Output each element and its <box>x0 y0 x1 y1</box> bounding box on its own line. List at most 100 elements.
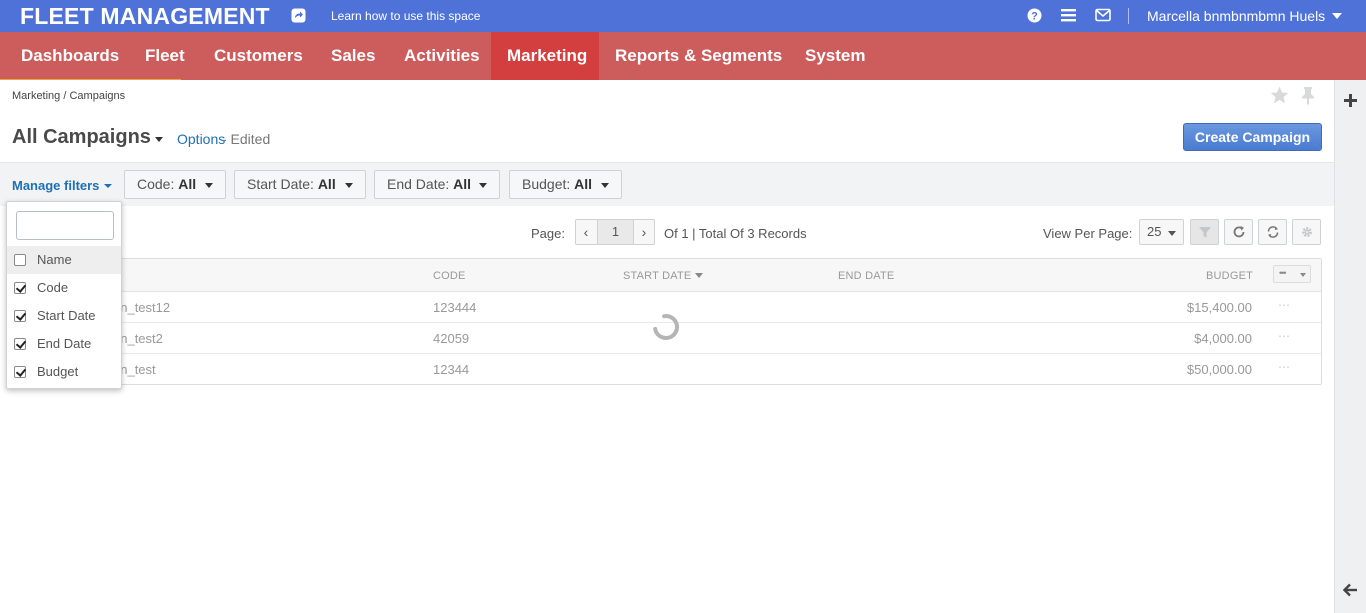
nav-item-system[interactable]: System <box>789 32 881 80</box>
sort-desc-icon <box>695 273 704 278</box>
grid-header: CODE START DATE END DATE BUDGET ••• <box>13 259 1321 292</box>
filter-option-code[interactable]: Code <box>7 274 121 302</box>
main-navigation: Dashboards Fleet Customers Sales Activit… <box>0 32 1366 80</box>
chevron-down-icon[interactable] <box>104 184 112 188</box>
menu-icon[interactable] <box>1061 8 1076 27</box>
checkbox[interactable] <box>14 338 26 350</box>
pin-icon[interactable] <box>1300 86 1316 110</box>
filter-option-start-date[interactable]: Start Date <box>7 302 121 330</box>
filter-option-label: End Date <box>37 336 92 351</box>
gear-icon <box>1302 227 1312 237</box>
share-icon[interactable] <box>291 8 306 23</box>
pager: ‹ 1 › <box>575 219 655 245</box>
page-number-input[interactable]: 1 <box>597 220 634 244</box>
column-manager-button[interactable]: ••• <box>1273 265 1311 283</box>
row-actions-icon[interactable]: ⋯ <box>1278 298 1290 312</box>
breadcrumb-separator: / <box>63 90 67 102</box>
topbar-divider <box>1128 8 1129 24</box>
chevron-left-icon[interactable]: ‹ <box>576 220 596 244</box>
page-header: All Campaigns Options - Edited Create Ca… <box>0 116 1334 162</box>
user-menu[interactable]: Marcella bnmbnmbmn Huels <box>1147 8 1325 24</box>
app-brand[interactable]: FLEET MANAGEMENT <box>20 3 270 30</box>
cell-code: 123444 <box>433 300 477 315</box>
row-actions-icon[interactable]: ⋯ <box>1278 360 1290 374</box>
column-header-end-date[interactable]: END DATE <box>838 270 894 282</box>
filter-option-label: Budget <box>37 364 79 379</box>
refresh-button[interactable] <box>1224 219 1253 245</box>
top-bar: FLEET MANAGEMENT Learn how to use this s… <box>0 0 1366 32</box>
right-sidebar <box>1334 80 1366 613</box>
manage-filters-dropdown: Name Code Start Date End Date Budget <box>6 201 122 389</box>
nav-item-dashboards[interactable]: Dashboards <box>5 32 135 80</box>
mail-icon[interactable] <box>1095 8 1111 27</box>
help-icon[interactable]: ? <box>1027 8 1042 28</box>
column-header-code[interactable]: CODE <box>433 270 466 282</box>
breadcrumb: Marketing / Campaigns <box>12 90 125 102</box>
nav-item-reports-segments[interactable]: Reports & Segments <box>599 32 798 80</box>
filter-budget[interactable]: Budget: All <box>509 170 622 199</box>
chevron-right-icon[interactable]: › <box>634 220 654 244</box>
chevron-down-icon <box>601 183 609 188</box>
filter-label: Start Date: <box>247 176 314 192</box>
filter-code[interactable]: Code: All <box>124 170 226 199</box>
arrow-left-icon[interactable] <box>1342 583 1358 602</box>
filter-option-budget[interactable]: Budget <box>7 358 121 386</box>
nav-item-customers[interactable]: Customers <box>198 32 319 80</box>
filter-start-date[interactable]: Start Date: All <box>234 170 366 199</box>
page-label: Page: <box>531 226 565 241</box>
filter-option-label: Start Date <box>37 308 96 323</box>
chevron-down-icon[interactable] <box>155 137 163 142</box>
filter-option-name[interactable]: Name <box>7 246 121 274</box>
settings-button[interactable] <box>1292 219 1321 245</box>
filter-search-input[interactable] <box>16 211 114 240</box>
per-page-value: 25 <box>1147 224 1162 239</box>
filter-end-date[interactable]: End Date: All <box>374 170 500 199</box>
checkbox[interactable] <box>14 310 26 322</box>
chevron-down-icon[interactable] <box>1332 13 1342 19</box>
checkbox[interactable] <box>14 366 26 378</box>
row-actions-icon[interactable]: ⋯ <box>1278 329 1290 343</box>
grid-toolbar: Page: ‹ 1 › Of 1 | Total Of 3 Records Vi… <box>0 206 1334 256</box>
per-page-select[interactable]: 25 <box>1139 219 1184 245</box>
manage-filters-link[interactable]: Manage filters <box>12 178 99 193</box>
column-header-label: START DATE <box>623 270 692 282</box>
chevron-down-icon <box>479 183 487 188</box>
checkbox[interactable] <box>14 254 26 266</box>
learn-link[interactable]: Learn how to use this space <box>331 9 480 23</box>
filter-icon <box>1199 227 1211 238</box>
column-header-start-date[interactable]: START DATE <box>623 270 704 282</box>
table-row[interactable]: gn_test 12344 $50,000.00 ⋯ <box>13 354 1321 385</box>
plus-icon[interactable] <box>1344 94 1357 112</box>
filter-label: Budget: <box>522 176 571 192</box>
filter-option-label: Name <box>37 252 72 267</box>
breadcrumb-marketing[interactable]: Marketing <box>12 90 60 102</box>
chevron-down-icon <box>345 183 353 188</box>
chevron-down-icon <box>1168 231 1176 236</box>
reset-button[interactable] <box>1258 219 1287 245</box>
nav-item-activities[interactable]: Activities <box>388 32 496 80</box>
filter-toggle-button[interactable] <box>1190 219 1219 245</box>
chevron-down-icon <box>205 183 213 188</box>
column-header-budget[interactable]: BUDGET <box>1206 270 1253 282</box>
main-content: Marketing / Campaigns All Campaigns Opti… <box>0 80 1334 613</box>
page-title[interactable]: All Campaigns <box>12 126 151 149</box>
view-per-page-label: View Per Page: <box>1043 226 1133 241</box>
nav-item-fleet[interactable]: Fleet <box>129 32 201 80</box>
filter-value: All <box>317 176 336 192</box>
nav-item-sales[interactable]: Sales <box>315 32 391 80</box>
filter-value: All <box>574 176 593 192</box>
nav-item-marketing[interactable]: Marketing <box>491 32 599 80</box>
ellipsis-icon: ••• <box>1279 268 1287 278</box>
filter-option-end-date[interactable]: End Date <box>7 330 121 358</box>
filter-value: All <box>453 176 472 192</box>
cell-budget: $15,400.00 <box>1186 300 1252 315</box>
edited-label: - Edited <box>222 131 271 147</box>
create-campaign-button[interactable]: Create Campaign <box>1183 123 1322 151</box>
cell-budget: $50,000.00 <box>1186 362 1252 377</box>
checkbox[interactable] <box>14 282 26 294</box>
filter-label: Code: <box>137 176 175 192</box>
star-icon[interactable] <box>1270 86 1289 109</box>
loading-spinner-icon <box>653 314 679 340</box>
cell-code: 42059 <box>433 331 470 346</box>
options-link[interactable]: Options <box>177 131 225 147</box>
